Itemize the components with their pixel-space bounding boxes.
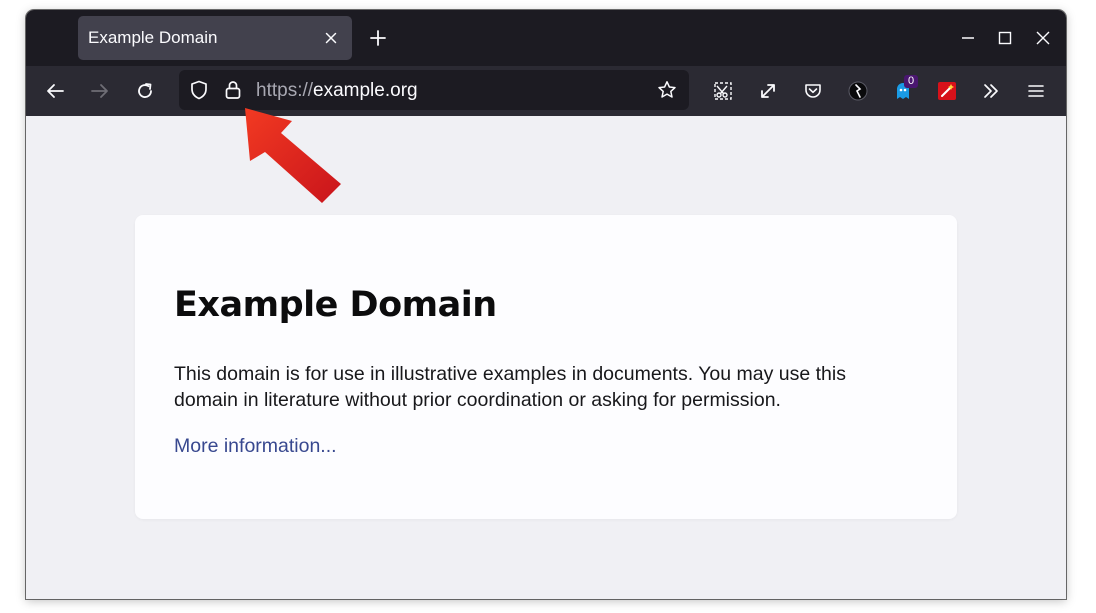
minimize-icon[interactable] xyxy=(956,26,980,50)
pocket-icon[interactable] xyxy=(800,78,826,104)
page-viewport: Example Domain This domain is for use in… xyxy=(26,116,1066,599)
chevron-double-right-icon[interactable] xyxy=(978,78,1004,104)
tab-example-domain[interactable]: Example Domain xyxy=(78,16,352,60)
expand-icon[interactable] xyxy=(755,78,781,104)
back-arrow-icon[interactable] xyxy=(42,78,68,104)
tab-title: Example Domain xyxy=(88,28,218,47)
hamburger-menu-icon[interactable] xyxy=(1023,78,1049,104)
url-host: example.org xyxy=(313,80,418,101)
tracking-protection-shield-icon[interactable] xyxy=(188,79,210,101)
padlock-icon[interactable] xyxy=(222,79,244,101)
notification-extension-icon[interactable]: 0 xyxy=(890,75,918,104)
close-icon[interactable] xyxy=(320,27,342,49)
url-scheme: https:// xyxy=(256,80,314,101)
window-close-icon[interactable] xyxy=(1031,26,1055,50)
forward-arrow-icon[interactable] xyxy=(87,78,113,104)
content-card: Example Domain This domain is for use in… xyxy=(135,215,957,519)
page-paragraph: This domain is for use in illustrative e… xyxy=(174,363,846,411)
tab-strip: Example Domain xyxy=(26,10,1066,66)
star-icon[interactable] xyxy=(656,79,678,101)
dark-extension-icon[interactable] xyxy=(845,78,871,104)
notification-badge: 0 xyxy=(904,75,918,88)
more-information-link[interactable]: More information... xyxy=(174,435,337,458)
browser-window: Example Domain https://example.org 0 Exa… xyxy=(26,10,1066,599)
url-text[interactable]: https://example.org xyxy=(256,80,418,102)
maximize-icon[interactable] xyxy=(993,26,1017,50)
red-wand-extension-icon[interactable] xyxy=(934,78,960,104)
screenshot-icon[interactable] xyxy=(710,78,736,104)
url-bar[interactable]: https://example.org xyxy=(179,70,689,110)
plus-icon[interactable] xyxy=(366,26,390,50)
navigation-toolbar: https://example.org 0 xyxy=(26,66,1066,116)
page-title: Example Domain xyxy=(174,285,497,325)
reload-icon[interactable] xyxy=(132,78,158,104)
